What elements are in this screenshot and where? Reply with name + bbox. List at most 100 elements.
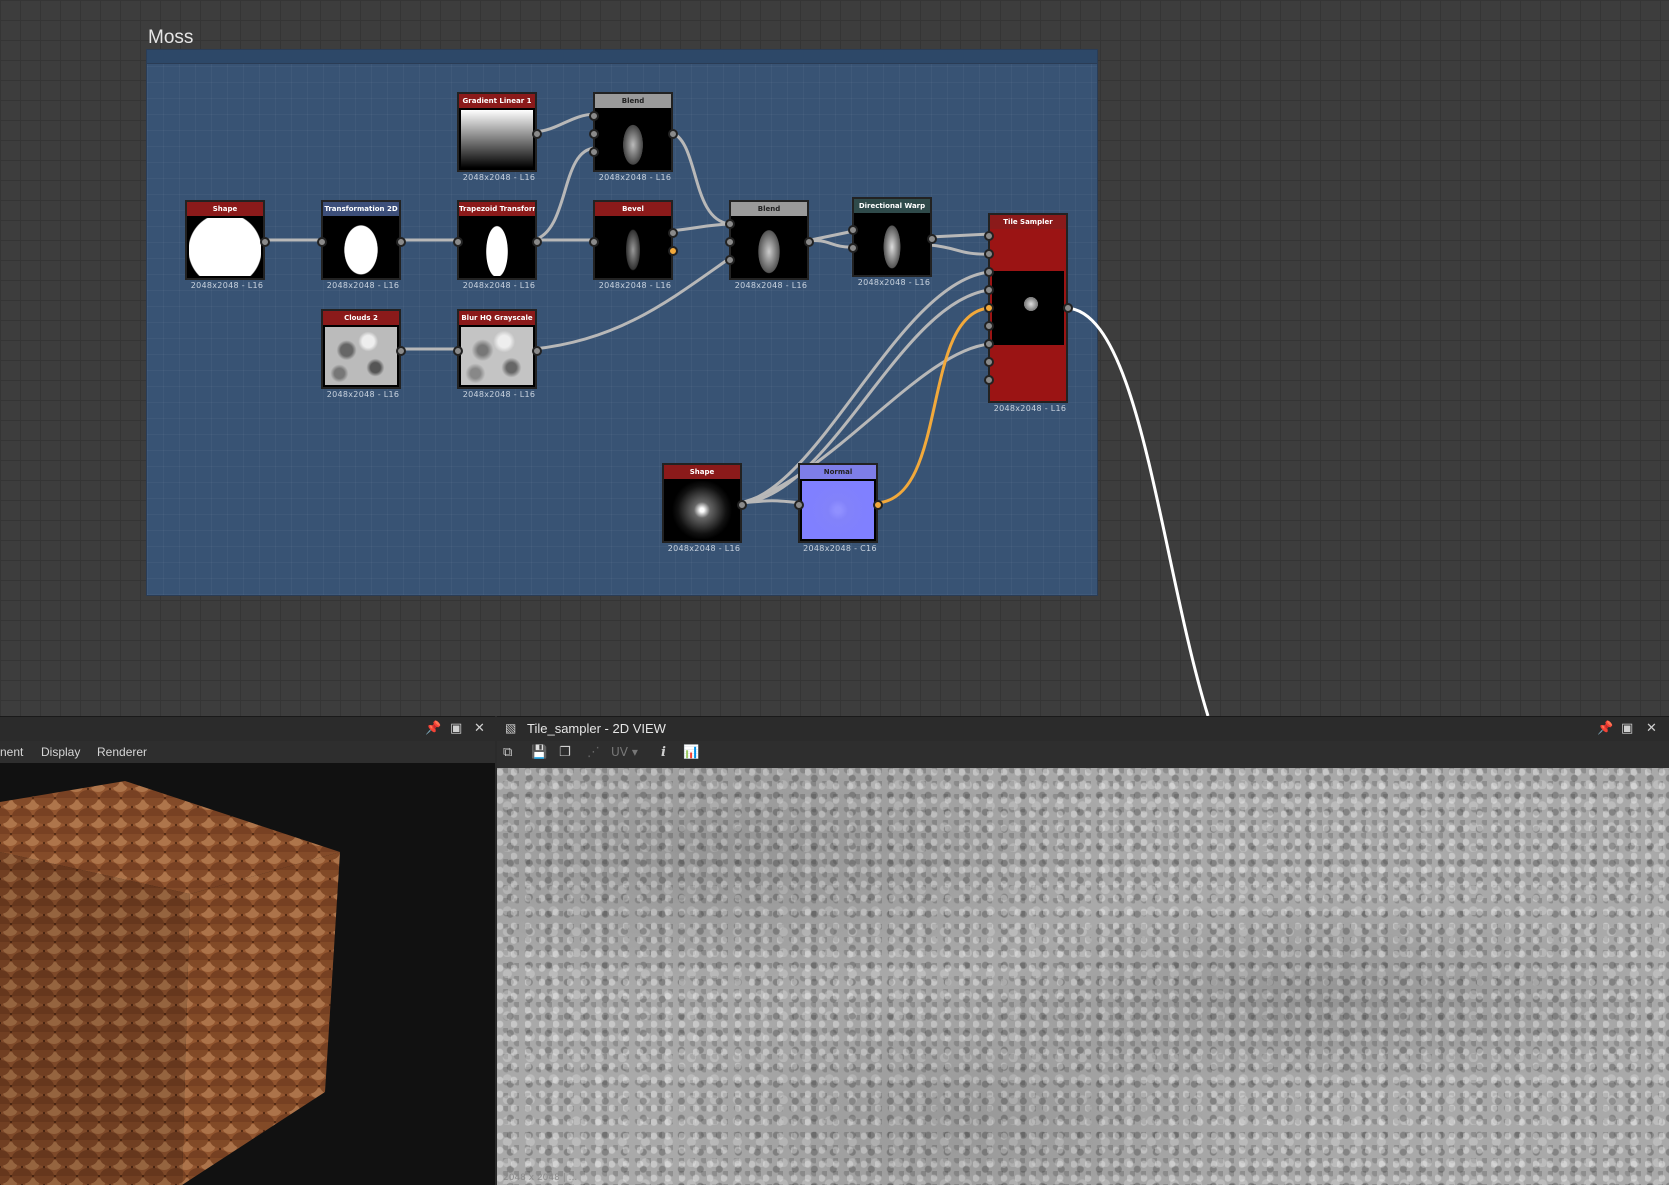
- output-port[interactable]: [804, 237, 814, 247]
- node-thumbnail: [461, 110, 533, 168]
- output-port[interactable]: [1063, 303, 1073, 313]
- input-port[interactable]: [848, 225, 858, 235]
- node-title: Blur HQ Grayscale: [459, 311, 535, 325]
- node-tile-sampler[interactable]: Tile Sampler 2048x2048 - L16: [984, 213, 1073, 413]
- output-port-height[interactable]: [668, 228, 678, 238]
- node-blend-2[interactable]: Blend 2048x2048 - L16: [725, 200, 814, 290]
- input-port-8[interactable]: [984, 357, 994, 367]
- node-title: Shape: [187, 202, 263, 216]
- node-thumbnail: [325, 327, 397, 385]
- node-resolution: 2048x2048 - L16: [734, 281, 808, 290]
- node-resolution: 2048x2048 - L16: [857, 278, 931, 287]
- 3d-viewport[interactable]: [0, 762, 495, 1185]
- node-bevel[interactable]: Bevel 2048x2048 - L16: [589, 200, 678, 290]
- output-port[interactable]: [396, 237, 406, 247]
- output-port-normal[interactable]: [668, 246, 678, 256]
- input-port[interactable]: [794, 500, 804, 510]
- input-port-intensity[interactable]: [848, 243, 858, 253]
- histogram-icon[interactable]: 📊: [683, 745, 699, 760]
- input-port-background[interactable]: [725, 237, 735, 247]
- save-icon[interactable]: 💾: [531, 745, 547, 760]
- display-options-icon[interactable]: ⧉: [503, 745, 512, 760]
- node-gradient-linear[interactable]: Gradient Linear 1 2048x2048 - L16: [457, 92, 542, 182]
- uv-dropdown[interactable]: UV ▾: [611, 745, 638, 759]
- node-resolution: 2048x2048 - L16: [190, 281, 264, 290]
- input-port-9[interactable]: [984, 375, 994, 385]
- input-port-mask[interactable]: [725, 255, 735, 265]
- input-port[interactable]: [453, 237, 463, 247]
- node-transformation-2d[interactable]: Transformation 2D 2048x2048 - L16: [317, 200, 406, 290]
- 2d-view-toolbar: ⧉ 💾 ❐ ⋰ UV ▾ i 📊: [497, 741, 1669, 765]
- output-port[interactable]: [532, 129, 542, 139]
- input-port-background[interactable]: [589, 129, 599, 139]
- input-port-2[interactable]: [984, 249, 994, 259]
- node-resolution: 2048x2048 - L16: [462, 173, 536, 182]
- node-thumbnail: [597, 218, 669, 276]
- wire-bevel-blend2: [669, 222, 731, 233]
- close-icon[interactable]: ✕: [474, 721, 485, 736]
- node-thumbnail: [461, 327, 533, 385]
- input-port-foreground[interactable]: [725, 219, 735, 229]
- node-resolution: 2048x2048 - L16: [326, 281, 400, 290]
- input-port-7[interactable]: [984, 339, 994, 349]
- node-blend-1[interactable]: Blend 2048x2048 - L16: [589, 92, 678, 182]
- pin-icon[interactable]: 📌: [1597, 721, 1613, 736]
- output-port[interactable]: [873, 500, 883, 510]
- menu-renderer[interactable]: Renderer: [97, 745, 147, 759]
- node-title: Blend: [731, 202, 807, 216]
- output-port[interactable]: [668, 129, 678, 139]
- node-blur-hq-grayscale[interactable]: Blur HQ Grayscale 2048x2048 - L16: [453, 309, 542, 399]
- input-port-6[interactable]: [984, 321, 994, 331]
- uv-label: UV: [611, 745, 628, 759]
- output-port[interactable]: [927, 234, 937, 244]
- wire-trapezoid-blend1: [533, 146, 596, 242]
- node-directional-warp[interactable]: Directional Warp 2048x2048 - L16: [848, 197, 937, 287]
- input-port[interactable]: [317, 237, 327, 247]
- input-port-4[interactable]: [984, 285, 994, 295]
- output-port[interactable]: [532, 346, 542, 356]
- copy-icon[interactable]: ❐: [559, 745, 571, 760]
- output-port[interactable]: [532, 237, 542, 247]
- input-port-1[interactable]: [984, 231, 994, 241]
- node-clouds-2[interactable]: Clouds 2 2048x2048 - L16: [321, 309, 406, 399]
- node-thumbnail: [325, 218, 397, 276]
- panel-title: Tile_sampler - 2D VIEW: [527, 721, 666, 736]
- info-icon[interactable]: i: [661, 745, 666, 760]
- float-icon[interactable]: ▣: [450, 721, 462, 736]
- output-port[interactable]: [260, 237, 270, 247]
- float-icon[interactable]: ▣: [1621, 721, 1633, 736]
- input-port[interactable]: [453, 346, 463, 356]
- wire-dirwarp-tilesampler-b: [929, 243, 991, 256]
- output-port[interactable]: [396, 346, 406, 356]
- node-title: Normal: [800, 465, 876, 479]
- node-shape-2[interactable]: Shape 2048x2048 - L16: [662, 463, 747, 553]
- menu-environment[interactable]: nent: [0, 745, 23, 759]
- share-icon[interactable]: ⋰: [587, 745, 600, 760]
- output-port[interactable]: [737, 500, 747, 510]
- input-port-5[interactable]: [984, 303, 994, 313]
- panel-titlebar[interactable]: ▧ Tile_sampler - 2D VIEW 📌 ▣ ✕: [497, 716, 1669, 741]
- 2d-view-panel[interactable]: ▧ Tile_sampler - 2D VIEW 📌 ▣ ✕ ⧉ 💾 ❐ ⋰ U…: [497, 716, 1669, 1185]
- wire-tilesampler-output: [1065, 306, 1210, 716]
- node-thumbnail: [461, 218, 533, 276]
- status-readout: 2048 x 2048 | ...: [503, 1173, 578, 1183]
- node-resolution: 2048x2048 - L16: [462, 281, 536, 290]
- node-thumbnail: [597, 110, 669, 168]
- panel-titlebar[interactable]: 📌 ▣ ✕: [0, 716, 495, 741]
- node-trapezoid-transform[interactable]: Trapezoid Transform 2048x2048 - L16: [453, 200, 542, 290]
- input-port[interactable]: [589, 237, 599, 247]
- node-shape-1[interactable]: Shape 2048x2048 - L16: [185, 200, 270, 290]
- menu-display[interactable]: Display: [41, 745, 80, 759]
- 2d-viewport[interactable]: 2048 x 2048 | ...: [497, 768, 1669, 1185]
- input-port-mask[interactable]: [589, 147, 599, 157]
- input-port-3[interactable]: [984, 267, 994, 277]
- input-port-foreground[interactable]: [589, 111, 599, 121]
- pin-icon[interactable]: 📌: [425, 721, 441, 736]
- node-resolution: 2048x2048 - L16: [667, 544, 741, 553]
- node-resolution: 2048x2048 - L16: [993, 404, 1067, 413]
- node-normal[interactable]: Normal 2048x2048 - C16: [794, 463, 883, 553]
- connection-wires: [262, 112, 1210, 716]
- 3d-view-panel[interactable]: 📌 ▣ ✕ nent Display Renderer: [0, 716, 497, 1185]
- close-icon[interactable]: ✕: [1646, 721, 1657, 736]
- node-graph-canvas[interactable]: Moss Gradient Linear 1 2048x2048 - L16 B…: [0, 0, 1669, 716]
